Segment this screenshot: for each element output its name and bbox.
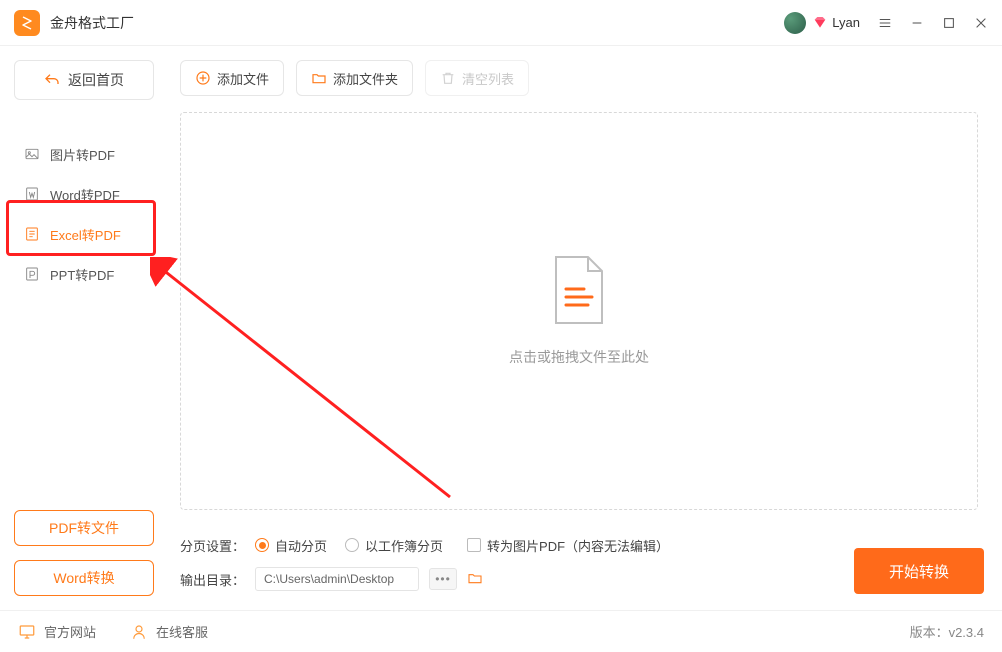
trash-icon <box>440 70 456 86</box>
dropzone-hint: 点击或拖拽文件至此处 <box>509 347 649 367</box>
sidebar-item-label: Excel转PDF <box>50 225 121 244</box>
titlebar: 金舟格式工厂 Lyan <box>0 0 1002 46</box>
minimize-button[interactable] <box>910 16 924 30</box>
sidebar-item-ppt-to-pdf[interactable]: PPT转PDF <box>10 254 158 294</box>
radio-auto-label: 自动分页 <box>275 536 327 555</box>
radio-dot-icon <box>255 538 269 552</box>
radio-sheet-page[interactable]: 以工作簿分页 <box>345 536 443 555</box>
username-label[interactable]: Lyan <box>832 15 860 30</box>
vip-diamond-icon <box>812 15 828 31</box>
sidebar-item-label: Word转PDF <box>50 185 120 204</box>
maximize-button[interactable] <box>942 16 956 30</box>
official-site-link[interactable]: 官方网站 <box>18 622 96 641</box>
start-convert-button[interactable]: 开始转换 <box>854 548 984 594</box>
radio-sheet-label: 以工作簿分页 <box>365 536 443 555</box>
folder-icon <box>311 70 327 86</box>
headset-icon <box>130 623 148 641</box>
page-settings-label: 分页设置： <box>180 536 245 555</box>
version-info: 版本：v2.3.4 <box>910 622 984 641</box>
radio-dot-icon <box>345 538 359 552</box>
settings-area: 分页设置： 自动分页 以工作簿分页 转为图片PDF（内容无法编辑） <box>174 528 984 596</box>
online-service-label: 在线客服 <box>156 622 208 641</box>
start-convert-label: 开始转换 <box>889 561 949 582</box>
official-site-label: 官方网站 <box>44 622 96 641</box>
monitor-icon <box>18 623 36 641</box>
word-convert-button[interactable]: Word转换 <box>14 560 154 596</box>
add-file-button[interactable]: 添加文件 <box>180 60 284 96</box>
back-home-label: 返回首页 <box>68 70 124 90</box>
add-folder-label: 添加文件夹 <box>333 69 398 88</box>
add-file-label: 添加文件 <box>217 69 269 88</box>
sidebar-item-label: PPT转PDF <box>50 265 114 284</box>
browse-button[interactable]: ••• <box>429 568 457 590</box>
checkbox-icon <box>467 538 481 552</box>
open-folder-button[interactable] <box>467 570 483 589</box>
plus-circle-icon <box>195 70 211 86</box>
output-path-input[interactable]: C:\Users\admin\Desktop <box>255 567 419 591</box>
clear-list-button[interactable]: 清空列表 <box>425 60 529 96</box>
open-folder-icon <box>467 570 483 586</box>
online-service-link[interactable]: 在线客服 <box>130 622 208 641</box>
checkbox-image-pdf[interactable]: 转为图片PDF（内容无法编辑） <box>461 536 669 555</box>
file-dropzone[interactable]: 点击或拖拽文件至此处 <box>180 112 978 510</box>
close-button[interactable] <box>974 16 988 30</box>
sidebar-item-excel-to-pdf[interactable]: Excel转PDF <box>10 214 158 254</box>
output-dir-label: 输出目录： <box>180 570 245 589</box>
ppt-icon <box>24 266 40 282</box>
word-convert-label: Word转换 <box>53 568 114 588</box>
app-title: 金舟格式工厂 <box>50 13 134 33</box>
radio-auto-page[interactable]: 自动分页 <box>255 536 327 555</box>
add-folder-button[interactable]: 添加文件夹 <box>296 60 413 96</box>
main-panel: 添加文件 添加文件夹 清空列表 点击或拖拽文件至此处 分页设置： <box>168 46 1002 610</box>
sidebar-item-word-to-pdf[interactable]: Word转PDF <box>10 174 158 214</box>
back-home-button[interactable]: 返回首页 <box>14 60 154 100</box>
excel-icon <box>24 226 40 242</box>
footer: 官方网站 在线客服 版本：v2.3.4 <box>0 610 1002 652</box>
pdf-to-file-button[interactable]: PDF转文件 <box>14 510 154 546</box>
pdf-to-file-label: PDF转文件 <box>49 518 119 538</box>
back-arrow-icon <box>44 72 60 88</box>
menu-button[interactable] <box>878 16 892 30</box>
image-icon <box>24 146 40 162</box>
browse-label: ••• <box>435 572 451 586</box>
user-avatar[interactable] <box>784 12 806 34</box>
checkbox-image-pdf-label: 转为图片PDF（内容无法编辑） <box>487 536 669 555</box>
output-path-value: C:\Users\admin\Desktop <box>264 572 394 586</box>
sidebar: 返回首页 图片转PDF Word转PDF Excel转PDF PPT转PDF P… <box>0 46 168 610</box>
app-logo <box>14 10 40 36</box>
word-icon <box>24 186 40 202</box>
clear-list-label: 清空列表 <box>462 69 514 88</box>
sidebar-item-image-to-pdf[interactable]: 图片转PDF <box>10 134 158 174</box>
document-icon <box>548 255 610 327</box>
toolbar: 添加文件 添加文件夹 清空列表 <box>174 60 984 96</box>
sidebar-item-label: 图片转PDF <box>50 145 115 164</box>
